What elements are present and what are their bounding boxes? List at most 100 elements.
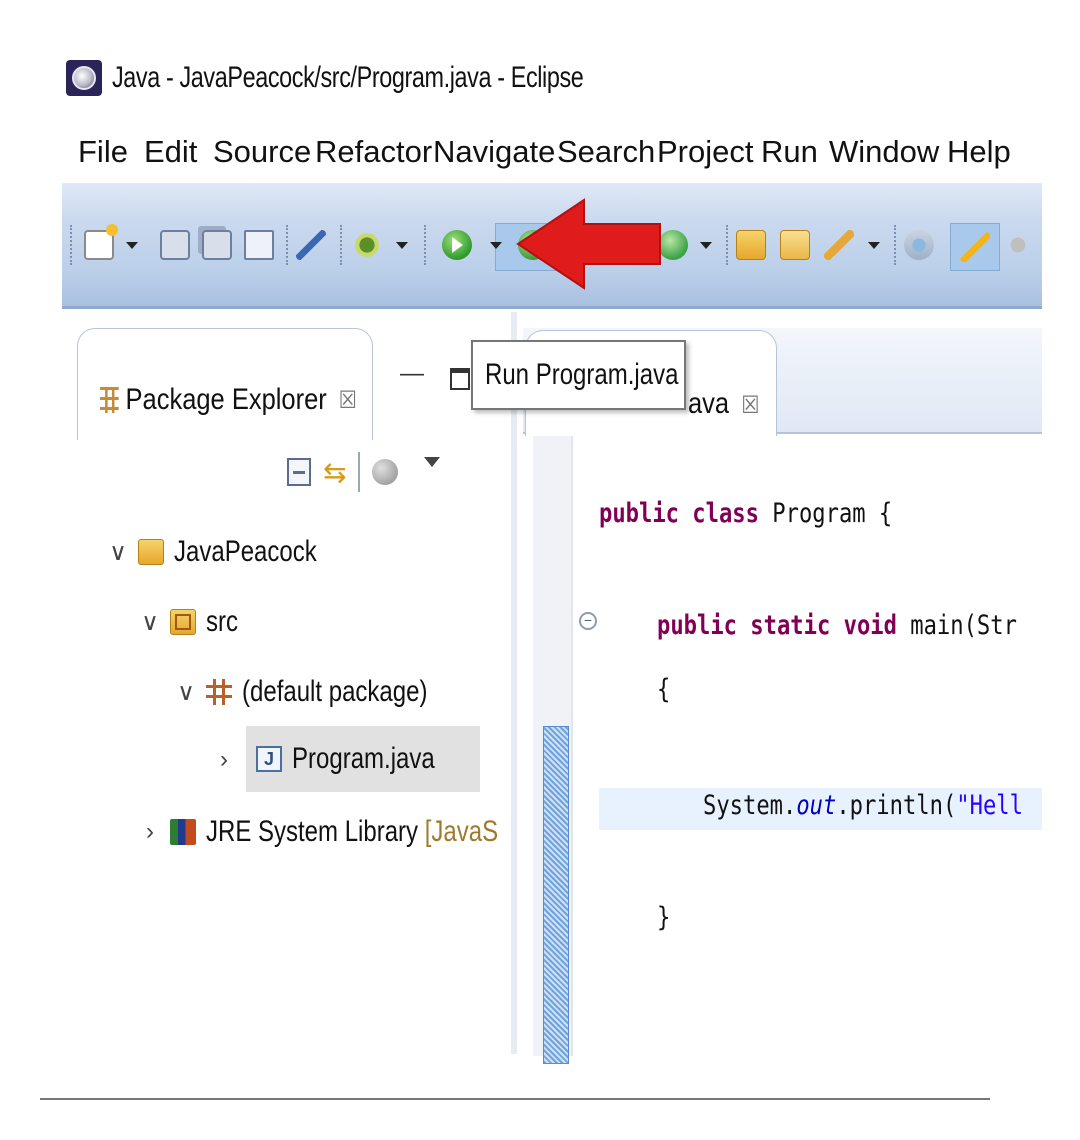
print-button[interactable]	[244, 230, 274, 260]
code-line-2[interactable]: public static void main(Str	[657, 610, 1017, 641]
tree-item-javapeacock[interactable]: ∨ JavaPeacock	[106, 522, 352, 582]
debug-icon	[352, 230, 382, 260]
package-explorer-toolbar: ⇆	[287, 452, 441, 492]
annotation-icon	[904, 230, 934, 260]
tree-item-label: src	[206, 605, 238, 638]
tree-item-label: (default package)	[242, 675, 428, 708]
selection-marker	[543, 726, 569, 1064]
run-tooltip: Run Program.java	[471, 340, 686, 410]
overflow-button[interactable]	[1008, 230, 1028, 260]
library-version: [JavaS	[424, 815, 499, 848]
tree-item-default-package[interactable]: ∨ (default package)	[174, 662, 474, 722]
save-button[interactable]	[160, 230, 190, 260]
menu-project[interactable]: Project	[657, 134, 761, 170]
view-menu-icon[interactable]	[424, 457, 441, 467]
new-icon	[84, 224, 118, 260]
open-type-icon	[736, 230, 766, 260]
new-button[interactable]	[84, 224, 118, 260]
chevron-right-icon[interactable]: ›	[138, 818, 162, 846]
run-icon	[442, 230, 472, 260]
fold-icon[interactable]: −	[579, 612, 597, 630]
code-line-3[interactable]: {	[657, 674, 670, 705]
code-line-1[interactable]: public class Program {	[599, 498, 892, 529]
link-with-editor-icon[interactable]: ⇆	[323, 456, 346, 489]
toggle-mark-occurrences-button[interactable]	[950, 223, 1000, 271]
menu-source[interactable]: Source	[213, 134, 315, 170]
title-bar: Java - JavaPeacock/src/Program.java - Ec…	[66, 58, 716, 98]
debug-dropdown[interactable]	[396, 242, 408, 249]
collapse-all-icon[interactable]	[287, 458, 311, 486]
search-dropdown[interactable]	[868, 242, 880, 249]
chevron-down-icon	[868, 242, 880, 249]
debug-button[interactable]	[352, 230, 382, 260]
chevron-down-icon	[126, 242, 138, 249]
library-name: JRE System Library	[206, 815, 419, 848]
line-gutter	[573, 436, 599, 1056]
toolbar-separator	[726, 225, 728, 265]
toolbar-separator	[424, 225, 426, 265]
project-folder-icon	[138, 539, 164, 565]
save-icon	[160, 230, 190, 260]
chevron-down-icon[interactable]: ∨	[106, 538, 130, 567]
tab-package-explorer[interactable]: Package Explorer ☒	[77, 328, 373, 440]
toggle-breakpoint-button[interactable]	[296, 230, 326, 260]
toggle-breakpoint-icon	[296, 230, 326, 260]
menu-window[interactable]: Window	[829, 134, 947, 170]
maximize-icon[interactable]	[450, 368, 470, 390]
gray-tool-icon	[1008, 230, 1028, 260]
print-icon	[244, 230, 274, 260]
menu-bar: File Edit Source Refactor Navigate Searc…	[78, 130, 1011, 174]
menu-help[interactable]: Help	[947, 134, 1011, 170]
eclipse-icon	[66, 60, 102, 96]
library-icon	[170, 819, 196, 845]
tree-item-label: Program.java	[292, 742, 435, 775]
red-arrow-annotation	[516, 198, 661, 290]
focus-icon[interactable]	[372, 459, 399, 485]
toolbar-separator	[340, 225, 342, 265]
open-type-button[interactable]	[736, 230, 766, 260]
chevron-down-icon	[700, 242, 712, 249]
menu-file[interactable]: File	[78, 134, 144, 170]
chevron-down-icon[interactable]: ∨	[138, 608, 162, 637]
close-icon[interactable]: ☒	[339, 386, 357, 415]
window-title: Java - JavaPeacock/src/Program.java - Ec…	[112, 61, 584, 94]
package-explorer-title: Package Explorer	[125, 383, 327, 416]
chevron-down-icon[interactable]: ∨	[174, 678, 198, 707]
toolbar-separator	[286, 225, 288, 265]
package-icon	[206, 679, 232, 705]
save-all-icon	[202, 230, 232, 260]
tree-item-src[interactable]: ∨ src	[138, 592, 246, 652]
tab-label: Package Explorer ☒	[100, 383, 357, 417]
menu-search[interactable]: Search	[557, 134, 657, 170]
menu-navigate[interactable]: Navigate	[433, 134, 557, 170]
editor-tab-title: ava	[688, 387, 730, 420]
run-button[interactable]	[442, 230, 472, 260]
search-button[interactable]	[824, 230, 854, 260]
new-class-dropdown[interactable]	[700, 242, 712, 249]
package-explorer-icon	[100, 387, 119, 413]
open-task-icon	[780, 230, 810, 260]
close-icon[interactable]: ☒	[741, 392, 759, 419]
overview-ruler[interactable]	[533, 436, 573, 1064]
code-line-4[interactable]: System.out.println("Hell	[703, 790, 1023, 821]
divider	[40, 1098, 990, 1100]
java-file-icon: J	[256, 746, 282, 772]
tree-item-jre-system-library[interactable]: › JRE System Library [JavaS	[138, 802, 571, 862]
menu-run[interactable]: Run	[761, 134, 829, 170]
save-all-button[interactable]	[202, 230, 232, 260]
tree-item-program-java-row: ›	[212, 730, 244, 790]
menu-refactor[interactable]: Refactor	[315, 134, 433, 170]
tree-item-label: JavaPeacock	[174, 535, 317, 568]
tree-item-program-java[interactable]: J Program.java	[246, 726, 481, 792]
chevron-right-icon[interactable]: ›	[212, 746, 236, 774]
minimize-icon[interactable]: —	[400, 360, 424, 388]
highlighter-icon	[960, 232, 990, 262]
open-task-button[interactable]	[780, 230, 810, 260]
run-dropdown[interactable]	[490, 242, 502, 249]
code-line-5[interactable]: }	[657, 902, 670, 933]
menu-edit[interactable]: Edit	[144, 134, 213, 170]
next-annotation-button[interactable]	[904, 230, 934, 260]
tooltip-text: Run Program.java	[485, 358, 679, 391]
new-dropdown[interactable]	[126, 242, 138, 249]
toolbar-separator	[894, 225, 896, 265]
